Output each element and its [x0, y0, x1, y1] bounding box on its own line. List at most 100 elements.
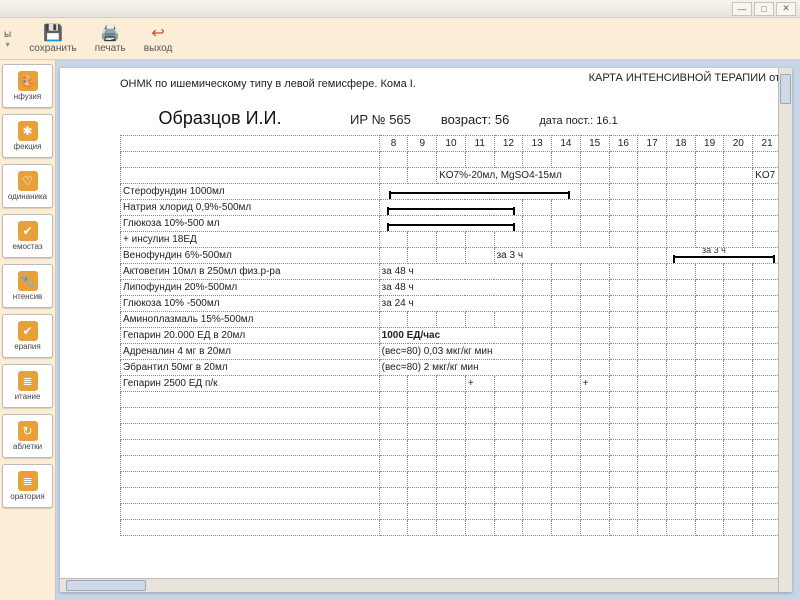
therapy-chart-document: КАРТА ИНТЕНСИВНОЙ ТЕРАПИИ от ОНМК по ише… — [60, 68, 792, 592]
exit-label: выход — [144, 43, 173, 54]
main-toolbar: ы ▾ 💾 сохранить 🖨️ печать ↩ выход — [0, 18, 800, 60]
intensive-icon: 🔧 — [18, 271, 38, 291]
sidebar-item-tablets[interactable]: ↻аблетки — [2, 414, 53, 458]
scroll-thumb[interactable] — [66, 580, 146, 591]
print-button[interactable]: 🖨️ печать — [95, 23, 126, 54]
medication-row: Гепарин 2500 ЕД п/к + + — [121, 376, 782, 392]
hour-header: 14 — [552, 136, 581, 152]
menu-label: ы — [4, 29, 11, 40]
sidebar-item-label: нтенсив — [13, 292, 43, 301]
minimize-button[interactable]: — — [732, 2, 752, 16]
sidebar-item-intensive[interactable]: 🔧нтенсив — [2, 264, 53, 308]
hour-header: 19 — [695, 136, 724, 152]
printer-icon: 🖨️ — [98, 23, 122, 43]
dose-marker: + — [580, 376, 609, 392]
medication-row: Адреналин 4 мг в 20мл(вес=80) 0,03 мкг/к… — [121, 344, 782, 360]
medication-row: + инсулин 18ЕД — [121, 232, 782, 248]
vertical-scrollbar[interactable] — [778, 68, 792, 592]
menu-dropdown[interactable]: ы ▾ — [4, 29, 11, 49]
hour-header: 8 — [379, 136, 408, 152]
document-title: КАРТА ИНТЕНСИВНОЙ ТЕРАПИИ от — [589, 72, 780, 84]
annotation: KO7%-20мл, MgSO4-15мл — [437, 168, 581, 184]
dose-marker: + — [465, 376, 494, 392]
medication-row: Глюкоза 10%-500 мл — [121, 216, 782, 232]
horizontal-scrollbar[interactable] — [60, 578, 778, 592]
scroll-thumb[interactable] — [780, 74, 791, 104]
record-number: ИР № 565 — [350, 112, 411, 127]
sidebar-item-label: фекция — [14, 142, 42, 151]
medication-name: + инсулин 18ЕД — [121, 232, 380, 248]
sidebar-item-hemostasis[interactable]: ✔емостаз — [2, 214, 53, 258]
sidebar-item-nutrition[interactable]: ≣итание — [2, 364, 53, 408]
close-button[interactable]: ✕ — [776, 2, 796, 16]
document-viewport: КАРТА ИНТЕНСИВНОЙ ТЕРАПИИ от ОНМК по ише… — [56, 60, 800, 600]
medication-name: Гепарин 2500 ЕД п/к — [121, 376, 380, 392]
sidebar-item-label: итание — [15, 392, 41, 401]
medication-row: Глюкоза 10% -500млза 24 ч — [121, 296, 782, 312]
annotation: за 24 ч — [379, 296, 523, 312]
medication-name: Стерофундин 1000мл — [121, 184, 380, 200]
annotation: за 3 ч — [494, 248, 638, 264]
patient-name: Образцов И.И. — [120, 108, 320, 129]
lab-icon: ≣ — [18, 471, 38, 491]
tablets-icon: ↻ — [18, 421, 38, 441]
sidebar-item-infection[interactable]: ✱фекция — [2, 114, 53, 158]
medication-row: Актовегин 10мл в 250мл физ.р-раза 48 ч — [121, 264, 782, 280]
hemostasis-icon: ✔ — [18, 221, 38, 241]
sidebar-item-label: емостаз — [13, 242, 43, 251]
admission-date: дата пост.: 16.1 — [539, 115, 617, 127]
hour-header: 16 — [609, 136, 638, 152]
chevron-down-icon: ▾ — [6, 40, 10, 49]
medication-row: Липофундин 20%-500млза 48 ч — [121, 280, 782, 296]
save-icon: 💾 — [41, 23, 65, 43]
medication-row: Эбрантил 50мг в 20мл(вес=80) 2 мкг/кг ми… — [121, 360, 782, 376]
annotation: 1000 ЕД/час — [379, 328, 523, 344]
sidebar-item-label: одинаника — [8, 192, 47, 201]
save-button[interactable]: 💾 сохранить — [29, 23, 77, 54]
exit-button[interactable]: ↩ выход — [144, 23, 173, 54]
patient-header: Образцов И.И. ИР № 565 возраст: 56 дата … — [120, 108, 782, 129]
sidebar-item-dynamics[interactable]: ♡одинаника — [2, 164, 53, 208]
nutrition-icon: ≣ — [18, 371, 38, 391]
medication-row: Аминоплазмаль 15%-500мл — [121, 312, 782, 328]
hour-header: 11 — [465, 136, 494, 152]
annotation: за 48 ч — [379, 280, 523, 296]
medication-name: Глюкоза 10%-500 мл — [121, 216, 380, 232]
therapy-icon: ✔ — [18, 321, 38, 341]
medication-name: Липофундин 20%-500мл — [121, 280, 380, 296]
annotation: за 48 ч — [379, 264, 523, 280]
annotation: (вес=80) 2 мкг/кг мин — [379, 360, 523, 376]
therapy-grid: 89101112131415161718192021KO7%-20мл, MgS… — [120, 135, 782, 536]
sidebar-item-infusion[interactable]: 🎨нфузия — [2, 64, 53, 108]
sidebar-item-lab[interactable]: ≣оратория — [2, 464, 53, 508]
hour-header: 17 — [638, 136, 667, 152]
patient-age: возраст: 56 — [441, 112, 509, 127]
medication-name: Актовегин 10мл в 250мл физ.р-ра — [121, 264, 380, 280]
hour-header: 18 — [666, 136, 695, 152]
sidebar-item-therapy[interactable]: ✔ерапия — [2, 314, 53, 358]
infusion-icon: 🎨 — [18, 71, 38, 91]
hour-header: 20 — [724, 136, 753, 152]
sidebar-item-label: оратория — [10, 492, 44, 501]
medication-row: Гепарин 20.000 ЕД в 20мл1000 ЕД/час — [121, 328, 782, 344]
print-label: печать — [95, 43, 126, 54]
exit-icon: ↩ — [146, 23, 170, 43]
sidebar: 🎨нфузия✱фекция♡одинаника✔емостаз🔧нтенсив… — [0, 60, 56, 600]
medication-name: Глюкоза 10% -500мл — [121, 296, 380, 312]
medication-row: Натрия хлорид 0,9%-500мл — [121, 200, 782, 216]
hour-header: 10 — [437, 136, 466, 152]
maximize-button[interactable]: □ — [754, 2, 774, 16]
sidebar-item-label: нфузия — [14, 92, 41, 101]
hour-header: 15 — [580, 136, 609, 152]
medication-row: Венофундин 6%-500млза 3 чза 3 ч — [121, 248, 782, 264]
annotation: (вес=80) 0,03 мкг/кг мин — [379, 344, 523, 360]
hour-header: 9 — [408, 136, 437, 152]
infection-icon: ✱ — [18, 121, 38, 141]
medication-name: Адреналин 4 мг в 20мл — [121, 344, 380, 360]
hour-header: 13 — [523, 136, 552, 152]
medication-name: Гепарин 20.000 ЕД в 20мл — [121, 328, 380, 344]
hour-header: 12 — [494, 136, 523, 152]
sidebar-item-label: аблетки — [13, 442, 42, 451]
window-titlebar: — □ ✕ — [0, 0, 800, 18]
medication-name: Венофундин 6%-500мл — [121, 248, 380, 264]
